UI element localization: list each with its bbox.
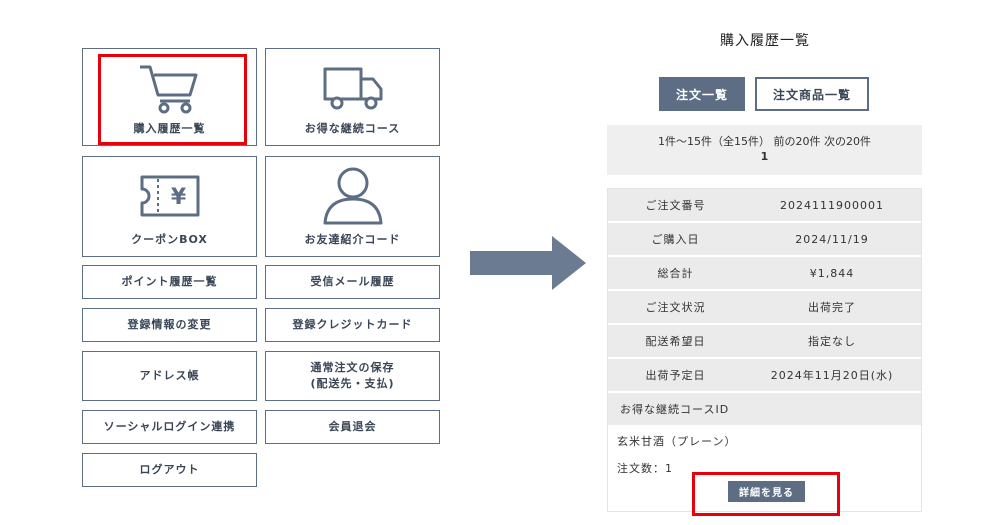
order-row-key: 総合計 bbox=[657, 267, 694, 280]
tab-order-item-list[interactable]: 注文商品一覧 bbox=[755, 77, 869, 111]
menu-social-login[interactable]: ソーシャルログイン連携 bbox=[82, 410, 257, 444]
menu-change-registration[interactable]: 登録情報の変更 bbox=[82, 308, 257, 342]
order-row-ship-date: 出荷予定日 2024年11月20日(水) bbox=[608, 359, 921, 391]
menu-point-history[interactable]: ポイント履歴一覧 bbox=[82, 265, 257, 299]
order-row-number: ご注文番号 2024111900001 bbox=[608, 189, 921, 221]
pagination-summary: 1件～15件（全15件） 前の20件 次の20件 bbox=[658, 135, 871, 148]
menu-address-book[interactable]: アドレス帳 bbox=[82, 351, 257, 401]
menu-received-mail[interactable]: 受信メール履歴 bbox=[265, 265, 440, 299]
menu-subscription-course[interactable]: お得な継続コース bbox=[265, 48, 440, 146]
order-row-status: ご注文状況 出荷完了 bbox=[608, 291, 921, 323]
menu-save-order[interactable]: 通常注文の保存 (配送先・支払) bbox=[265, 351, 440, 401]
highlight-box bbox=[692, 472, 840, 516]
course-id-label: お得な継続コースID bbox=[608, 393, 921, 425]
order-row-value: ¥1,844 bbox=[809, 266, 855, 280]
order-row-value: 2024111900001 bbox=[780, 198, 884, 212]
menu-label-sub: (配送先・支払) bbox=[310, 377, 395, 390]
order-row-value: 出荷完了 bbox=[808, 301, 856, 314]
order-row-value: 2024/11/19 bbox=[795, 232, 869, 246]
menu-label: クーポンBOX bbox=[131, 232, 208, 246]
menu-coupon-box[interactable]: ¥ クーポンBOX bbox=[82, 156, 257, 257]
pagination: 1件～15件（全15件） 前の20件 次の20件 1 bbox=[607, 125, 922, 175]
order-row-key: ご注文状況 bbox=[645, 301, 706, 314]
menu-registered-card[interactable]: 登録クレジットカード bbox=[265, 308, 440, 342]
menu-label: 通常注文の保存 bbox=[310, 360, 395, 374]
menu-label: 会員退会 bbox=[328, 419, 377, 433]
menu-label: アドレス帳 bbox=[139, 368, 200, 382]
order-detail-card: ご注文番号 2024111900001 ご購入日 2024/11/19 総合計 … bbox=[607, 188, 922, 512]
menu-label: 受信メール履歴 bbox=[310, 274, 395, 288]
order-row-value: 指定なし bbox=[808, 335, 856, 348]
menu-withdraw[interactable]: 会員退会 bbox=[265, 410, 440, 444]
menu-label: お得な継続コース bbox=[304, 121, 401, 135]
order-row-purchase-date: ご購入日 2024/11/19 bbox=[608, 223, 921, 255]
user-icon bbox=[323, 167, 382, 225]
order-row-key: ご注文番号 bbox=[645, 199, 706, 212]
menu-logout[interactable]: ログアウト bbox=[82, 453, 257, 487]
delivery-truck-icon bbox=[323, 67, 382, 110]
order-row-key: 配送希望日 bbox=[645, 335, 706, 348]
menu-label: お友達紹介コード bbox=[304, 232, 401, 246]
menu-label: 登録情報の変更 bbox=[127, 317, 212, 331]
arrow-right-icon bbox=[470, 236, 586, 290]
highlight-box bbox=[98, 54, 247, 145]
order-count: 注文数：1 bbox=[617, 462, 673, 475]
pagination-page-link[interactable]: 1 bbox=[607, 149, 922, 164]
course-product-name: 玄米甘酒（プレーン） bbox=[617, 435, 737, 448]
menu-label: 登録クレジットカード bbox=[292, 317, 413, 331]
tab-order-list[interactable]: 注文一覧 bbox=[659, 77, 745, 111]
menu-label: ログアウト bbox=[139, 462, 200, 476]
coupon-ticket-icon: ¥ bbox=[140, 175, 199, 217]
order-row-key: ご購入日 bbox=[651, 233, 700, 246]
menu-label: ソーシャルログイン連携 bbox=[103, 419, 236, 433]
order-row-delivery-date: 配送希望日 指定なし bbox=[608, 325, 921, 357]
order-row-key: 出荷予定日 bbox=[645, 369, 706, 382]
order-row-value: 2024年11月20日(水) bbox=[770, 369, 894, 382]
page-title: 購入履歴一覧 bbox=[720, 33, 810, 49]
menu-friend-referral[interactable]: お友達紹介コード bbox=[265, 156, 440, 257]
svg-text:¥: ¥ bbox=[170, 185, 186, 210]
menu-label: ポイント履歴一覧 bbox=[121, 274, 218, 288]
order-row-total: 総合計 ¥1,844 bbox=[608, 257, 921, 289]
